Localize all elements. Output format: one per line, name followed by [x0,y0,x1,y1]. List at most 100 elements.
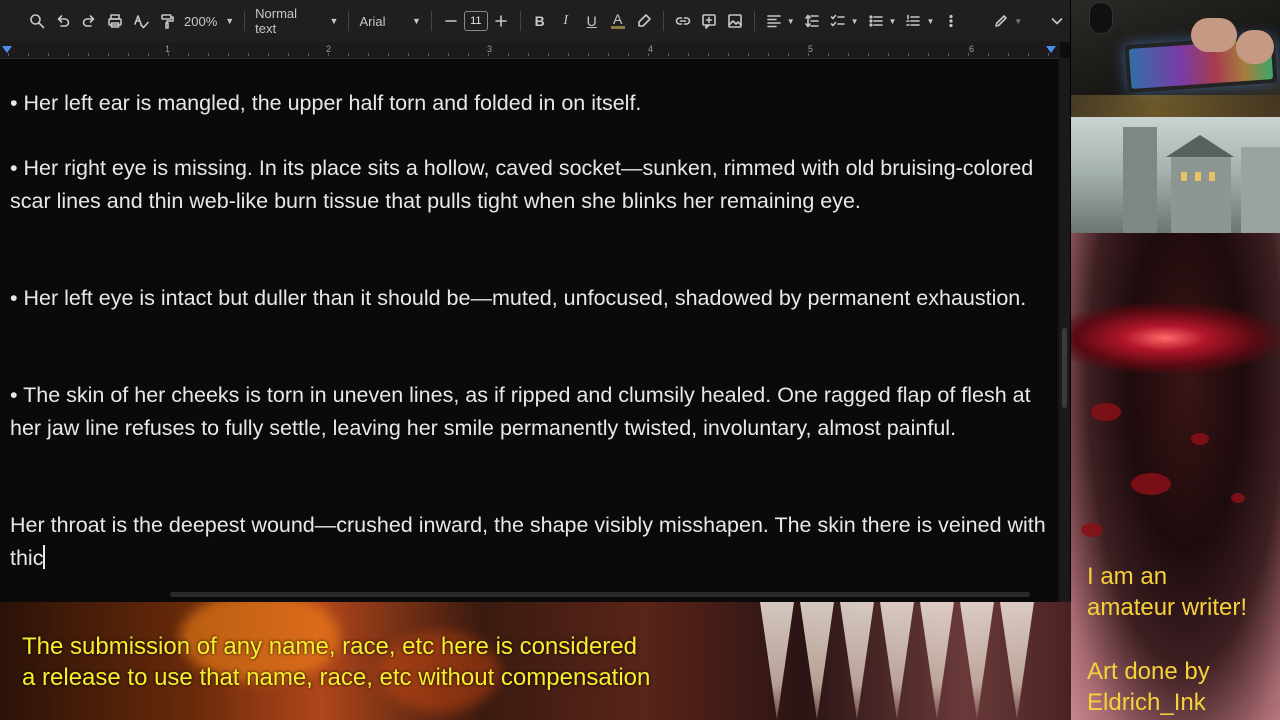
decrease-font-size-button[interactable] [438,7,464,35]
mouse-image [1089,2,1113,34]
ruler-tick [228,53,229,56]
bullet-list-icon[interactable] [863,7,889,35]
editing-mode-icon[interactable] [988,7,1014,35]
ruler-tick [728,53,729,56]
ruler-tick [648,53,649,56]
hand-image [1191,18,1237,52]
chevron-down-icon[interactable]: ▼ [787,17,795,26]
underline-button[interactable]: U [579,7,605,35]
red-eye-artwork [1071,303,1280,373]
style-select[interactable]: Normal text ▼ [251,6,342,36]
vertical-scrollbar[interactable] [1059,58,1070,602]
chevron-down-icon[interactable]: ▼ [1014,17,1022,26]
blood-splatter [1131,473,1171,495]
art-credit-line: Eldrich_Ink [1087,689,1206,716]
docs-editor: 200% ▼ Normal text ▼ Arial ▼ 11 B I U A [0,0,1070,602]
text-color-letter: A [613,10,623,27]
ruler-tick [488,53,489,56]
document-paragraph[interactable]: • Her left ear is mangled, the upper hal… [10,87,1050,120]
stone-tower-image [1123,127,1157,233]
lit-window [1209,172,1215,181]
writer-note: I am an amateur writer! [1087,561,1247,623]
chevron-down-icon: ▼ [412,16,421,26]
fang-artwork [960,602,994,720]
numbered-list-icon[interactable] [900,7,926,35]
right-indent-marker[interactable] [1046,46,1056,53]
house-image [1171,157,1231,233]
writer-note-line: I am an [1087,563,1168,590]
zoom-value: 200% [184,13,218,29]
ruler-tick [868,53,869,56]
ruler-tick [288,53,289,56]
ruler-tick [328,53,329,56]
game-capture-view [1071,117,1280,233]
disclaimer-line: The submission of any name, race, etc he… [22,633,637,660]
toolbar-divider [244,11,246,31]
webcam-keyboard-view [1071,0,1280,117]
ruler-tick [628,53,629,56]
zoom-select[interactable]: 200% ▼ [180,7,238,35]
paragraph-text: • The skin of her cheeks is torn in unev… [10,383,1031,440]
highlight-icon[interactable] [631,7,657,35]
redo-icon[interactable] [76,7,102,35]
lit-window [1195,172,1201,181]
fang-artwork [800,602,834,720]
italic-button[interactable]: I [553,7,579,35]
left-indent-marker[interactable] [2,46,12,53]
font-select[interactable]: Arial ▼ [355,7,424,35]
ruler-tick [608,53,609,56]
ruler-tick [1008,53,1009,56]
line-spacing-icon[interactable] [799,7,825,35]
chevron-down-icon: ▼ [329,16,339,26]
collapse-icon[interactable] [1044,7,1070,35]
horizontal-scrollbar[interactable] [170,592,1030,597]
ruler-tick [388,53,389,56]
document-paragraph[interactable]: Her throat is the deepest wound—crushed … [10,509,1050,574]
align-icon[interactable] [761,7,787,35]
link-icon[interactable] [670,7,696,35]
ruler-tick [168,53,169,56]
document-paragraph[interactable]: • Her right eye is missing. In its place… [10,152,1050,217]
ruler-tick [368,53,369,56]
search-icon[interactable] [24,7,50,35]
ruler-tick [448,53,449,56]
ruler-tick [468,53,469,56]
ruler-tick [668,53,669,56]
ruler-number: 6 [969,44,975,54]
horizontal-ruler[interactable]: 1 2 3 4 5 6 [0,42,1060,59]
style-value: Normal text [255,6,298,36]
more-icon[interactable] [938,7,964,35]
increase-font-size-button[interactable] [488,7,514,35]
font-size-input[interactable]: 11 [463,11,488,31]
ruler-tick [548,53,549,56]
bold-button[interactable]: B [527,7,553,35]
ruler-tick [768,53,769,56]
ruler-tick [908,53,909,56]
comment-icon[interactable] [696,7,722,35]
ruler-tick [748,53,749,56]
ruler-tick [308,53,309,56]
ruler-tick [968,53,969,56]
document-page[interactable]: • Her left ear is mangled, the upper hal… [0,59,1057,602]
font-value: Arial [359,13,386,29]
chevron-down-icon[interactable]: ▼ [926,17,934,26]
chevron-down-icon[interactable]: ▼ [889,17,897,26]
scrollbar-thumb[interactable] [1062,328,1067,408]
image-icon[interactable] [722,7,748,35]
paragraph-text: Her throat is the deepest wound—crushed … [10,513,1046,570]
checklist-icon[interactable] [825,7,851,35]
print-icon[interactable] [102,7,128,35]
ruler-tick [808,53,809,56]
ruler-tick [928,53,929,56]
blood-splatter [1081,523,1103,537]
document-paragraph[interactable]: • Her left eye is intact but duller than… [10,282,1050,315]
ruler-tick [148,53,149,56]
undo-icon[interactable] [50,7,76,35]
spellcheck-icon[interactable] [128,7,154,35]
writer-note-line: amateur writer! [1087,594,1248,621]
chevron-down-icon[interactable]: ▼ [851,17,859,26]
text-color-button[interactable]: A [605,7,631,35]
paint-format-icon[interactable] [154,7,180,35]
document-paragraph[interactable]: • The skin of her cheeks is torn in unev… [10,379,1050,444]
ruler-tick [8,53,9,56]
